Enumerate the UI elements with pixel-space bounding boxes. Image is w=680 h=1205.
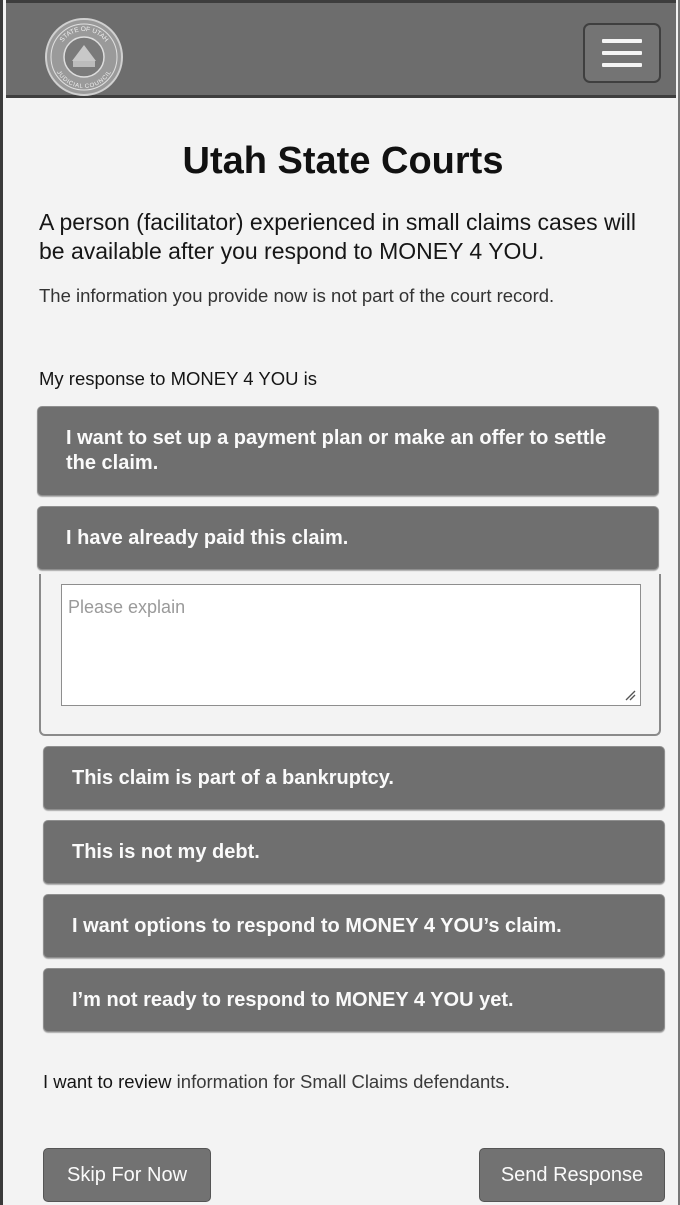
small-claims-info-link[interactable]: information for Small Claims defendants (177, 1071, 505, 1092)
option-already-paid[interactable]: I have already paid this claim. (37, 506, 659, 570)
option-not-my-debt[interactable]: This is not my debt. (43, 820, 665, 884)
option-label: I have already paid this claim. (66, 526, 349, 549)
hamburger-menu-icon-bar (602, 51, 642, 55)
skip-for-now-button[interactable]: Skip For Now (43, 1148, 211, 1202)
page-title: Utah State Courts (182, 140, 504, 182)
top-navbar: STATE OF UTAH JUDICIAL COUNCIL (6, 0, 676, 98)
option-label: I’m not ready to respond to MONEY 4 YOU … (72, 988, 514, 1011)
explain-placeholder: Please explain (68, 597, 186, 617)
explain-panel: Please explain (39, 574, 661, 736)
option-respond-options[interactable]: I want options to respond to MONEY 4 YOU… (43, 894, 665, 958)
review-info-line: I want to review information for Small C… (43, 1071, 510, 1093)
option-label: This claim is part of a bankruptcy. (72, 766, 394, 789)
menu-toggle-button[interactable] (583, 23, 661, 83)
option-bankruptcy[interactable]: This claim is part of a bankruptcy. (43, 746, 665, 810)
intro-text: A person (facilitator) experienced in sm… (39, 209, 636, 264)
hamburger-menu-icon (602, 39, 642, 43)
option-payment-plan[interactable]: I want to set up a payment plan or make … (37, 406, 659, 496)
explain-textarea[interactable]: Please explain (61, 584, 641, 706)
review-prefix: I want to review (43, 1071, 177, 1092)
option-label: I want to set up a payment plan or make … (66, 427, 607, 474)
send-response-button[interactable]: Send Response (479, 1148, 665, 1202)
option-label: I want options to respond to MONEY 4 YOU… (72, 914, 562, 937)
record-note: The information you provide now is not p… (39, 285, 555, 306)
seal-icon[interactable]: STATE OF UTAH JUDICIAL COUNCIL (44, 17, 124, 97)
response-prompt: My response to MONEY 4 YOU is (39, 368, 317, 389)
review-suffix: . (504, 1071, 510, 1092)
app-frame: STATE OF UTAH JUDICIAL COUNCIL Utah Stat… (0, 0, 680, 1205)
option-not-ready[interactable]: I’m not ready to respond to MONEY 4 YOU … (43, 968, 665, 1032)
hamburger-menu-icon-bar (602, 63, 642, 67)
option-label: This is not my debt. (72, 840, 260, 863)
resize-handle-icon[interactable] (624, 689, 636, 701)
